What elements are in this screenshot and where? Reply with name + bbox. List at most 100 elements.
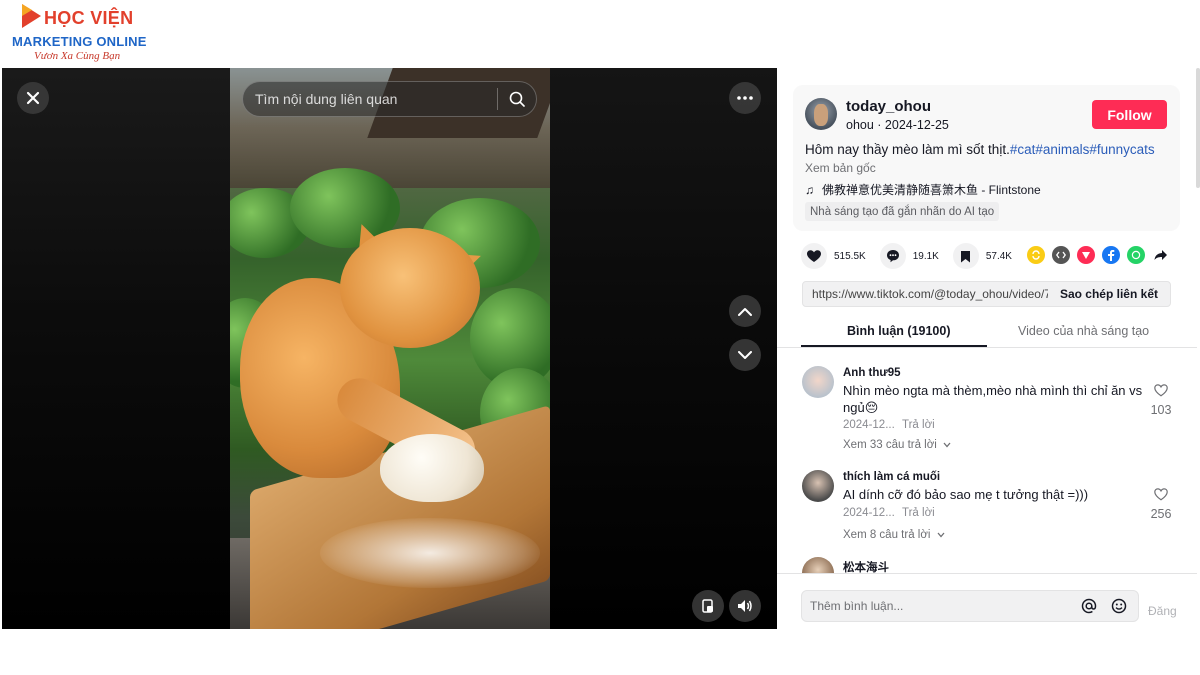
- view-replies-button[interactable]: Xem 8 câu trả lời: [843, 529, 945, 541]
- video-caption: Hôm nay thầy mèo làm mì sốt thịt.#cat#an…: [805, 142, 1155, 157]
- commenter-avatar[interactable]: [802, 557, 834, 573]
- comment-item: Anh thư95 Nhìn mèo ngta mà thèm,mèo nhà …: [777, 364, 1197, 456]
- logo-line1: HỌC VIỆN: [44, 8, 134, 28]
- view-replies-label: Xem 8 câu trả lời: [843, 529, 931, 541]
- flour: [320, 518, 540, 588]
- comment-button[interactable]: [879, 243, 906, 269]
- at-mention-icon: [1081, 598, 1097, 614]
- search-icon: [509, 91, 525, 107]
- emoji-button[interactable]: [1108, 595, 1130, 617]
- reply-button[interactable]: Trả lời: [902, 507, 935, 519]
- follow-button[interactable]: Follow: [1092, 100, 1167, 129]
- panel-tabs: Bình luận (19100) Video của nhà sáng tạo: [777, 318, 1197, 348]
- scrollbar[interactable]: [1196, 68, 1200, 188]
- comment-date: 2024-12...: [843, 507, 895, 519]
- view-replies-label: Xem 33 câu trả lời: [843, 439, 937, 451]
- related-search-input[interactable]: [243, 82, 497, 116]
- video-info-card: today_ohou ohou · 2024-12-25 Follow Hôm …: [793, 85, 1180, 231]
- comment-like[interactable]: 103: [1149, 384, 1173, 417]
- see-original-link[interactable]: Xem bản gốc: [805, 161, 876, 175]
- post-comment-button[interactable]: Đăng: [1148, 604, 1177, 618]
- ai-generated-label: Nhà sáng tạo đã gắn nhãn do AI tạo: [805, 202, 1000, 221]
- logo-slogan: Vươn Xa Cùng Bạn: [34, 50, 121, 62]
- chevron-down-icon: [937, 532, 945, 538]
- commenter-name[interactable]: 松本海斗: [843, 559, 889, 573]
- more-icon: [737, 96, 753, 100]
- details-panel: today_ohou ohou · 2024-12-25 Follow Hôm …: [777, 68, 1197, 629]
- comment-meta: 2024-12... Trả lời: [843, 419, 935, 431]
- comment-like-count: 256: [1150, 507, 1172, 521]
- like-action[interactable]: 515.5K: [801, 243, 866, 269]
- more-share-button[interactable]: [1152, 246, 1170, 264]
- tab-creator-videos[interactable]: Video của nhà sáng tạo: [1018, 324, 1149, 338]
- more-options-button[interactable]: [729, 82, 761, 114]
- like-button[interactable]: [801, 243, 827, 269]
- video-frame[interactable]: [230, 68, 550, 629]
- cat-head: [340, 228, 480, 348]
- heart-outline-icon: [1154, 488, 1168, 501]
- facebook-share-button[interactable]: [1102, 246, 1120, 264]
- embed-icon: [1056, 251, 1066, 259]
- mention-button[interactable]: [1078, 595, 1100, 617]
- repost-icon: [1032, 250, 1040, 260]
- creator-username[interactable]: today_ohou: [846, 98, 931, 115]
- repost-button[interactable]: [1027, 246, 1045, 264]
- share-targets: [1027, 246, 1177, 264]
- comment-composer: Đăng: [777, 573, 1197, 629]
- comment-text: AI dính cỡ đó bảo sao mẹ t tưởng thật =)…: [843, 487, 1089, 502]
- save-button[interactable]: [952, 243, 979, 269]
- whatsapp-icon: [1131, 250, 1141, 260]
- copy-link-button[interactable]: Sao chép liên kết: [1048, 287, 1170, 301]
- heart-icon: [807, 249, 821, 262]
- chevron-down-icon: [738, 350, 752, 359]
- like-count: 515.5K: [834, 250, 866, 262]
- volume-button[interactable]: [729, 590, 761, 622]
- commenter-name[interactable]: Anh thư95: [843, 367, 901, 379]
- whatsapp-share-button[interactable]: [1127, 246, 1145, 264]
- engagement-actions: 515.5K 19.1K 57.4K: [801, 243, 1026, 269]
- stage-backdrop-left: [2, 68, 230, 629]
- logo-line2: MARKETING ONLINE: [12, 34, 147, 49]
- comment-item: 松本海斗: [777, 557, 1197, 573]
- comment-input[interactable]: [802, 591, 1078, 621]
- related-search-bar: [242, 81, 537, 117]
- view-replies-button[interactable]: Xem 33 câu trả lời: [843, 439, 951, 451]
- tab-comments[interactable]: Bình luận (19100): [847, 324, 951, 338]
- commenter-avatar[interactable]: [802, 470, 834, 502]
- creator-avatar[interactable]: [805, 98, 837, 130]
- chevron-down-icon: [943, 442, 951, 448]
- caption-hashtags[interactable]: #cat#animals#funnycats: [1010, 142, 1155, 157]
- comment-like-count: 103: [1150, 403, 1172, 417]
- reply-button[interactable]: Trả lời: [902, 419, 935, 431]
- caption-text: Hôm nay thầy mèo làm mì sốt thịt.: [805, 142, 1010, 157]
- video-url[interactable]: https://www.tiktok.com/@today_ohou/video…: [803, 287, 1048, 301]
- picture-in-picture-button[interactable]: [692, 590, 724, 622]
- heart-outline-icon: [1154, 384, 1168, 397]
- comment-count: 19.1K: [912, 250, 939, 262]
- music-title: 佛教禅意优美清静随喜箫木鱼 - Flintstone: [822, 183, 1041, 197]
- comment-action[interactable]: 19.1K: [879, 243, 939, 269]
- search-button[interactable]: [498, 81, 536, 117]
- commenter-name[interactable]: thích làm cá muối: [843, 471, 940, 483]
- commenter-avatar[interactable]: [802, 366, 834, 398]
- share-arrow-icon: [1154, 250, 1167, 260]
- close-button[interactable]: [17, 82, 49, 114]
- comment-like[interactable]: 256: [1149, 488, 1173, 521]
- save-action[interactable]: 57.4K: [952, 243, 1012, 269]
- music-track[interactable]: ♫ 佛教禅意优美清静随喜箫木鱼 - Flintstone: [805, 181, 1041, 198]
- comment-date: 2024-12...: [843, 419, 895, 431]
- close-icon: [26, 91, 40, 105]
- bookmark-icon: [961, 250, 971, 262]
- pip-icon: [702, 599, 713, 613]
- save-count: 57.4K: [985, 250, 1012, 262]
- music-note-icon: ♫: [805, 182, 814, 197]
- comment-meta: 2024-12... Trả lời: [843, 507, 935, 519]
- previous-video-button[interactable]: [729, 295, 761, 327]
- next-video-button[interactable]: [729, 339, 761, 371]
- chevron-up-icon: [738, 307, 752, 316]
- video-stage: [2, 68, 777, 629]
- send-to-friends-button[interactable]: [1077, 246, 1095, 264]
- embed-button[interactable]: [1052, 246, 1070, 264]
- facebook-icon: [1108, 250, 1115, 261]
- creator-handle-date: ohou · 2024-12-25: [846, 118, 949, 132]
